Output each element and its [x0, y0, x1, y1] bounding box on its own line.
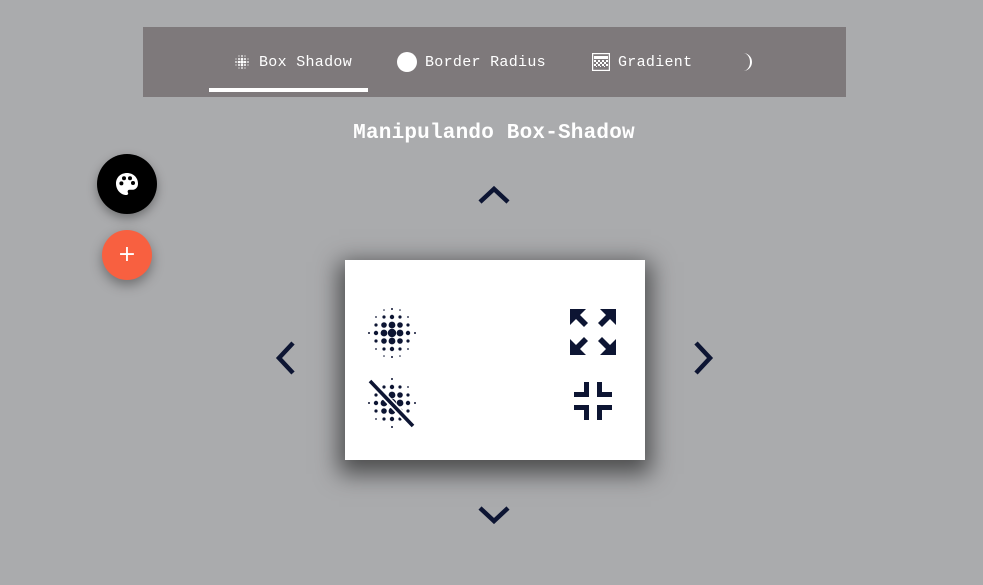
palette-button[interactable]	[97, 154, 157, 214]
tab-box-shadow[interactable]: Box Shadow	[208, 27, 369, 97]
palette-icon	[114, 171, 140, 197]
shadow-off-icon	[367, 378, 416, 429]
app-root: Box Shadow Border Radius Gradient Manipu…	[0, 0, 983, 585]
tab-label: Gradient	[618, 53, 693, 71]
gradient-icon	[592, 53, 610, 71]
expand-icon	[570, 309, 616, 355]
arrow-down-button[interactable]	[477, 502, 511, 526]
halftone-icon	[233, 53, 251, 71]
page-title: Manipulando Box-Shadow	[353, 122, 635, 145]
add-button[interactable]: +	[102, 230, 152, 280]
shrink-button[interactable]	[572, 380, 614, 422]
arrow-left-button[interactable]	[273, 340, 299, 376]
tab-border-radius[interactable]: Border Radius	[397, 27, 546, 97]
shrink-icon	[574, 382, 612, 420]
chevron-left-icon	[275, 341, 295, 375]
tab-label: Border Radius	[425, 53, 546, 71]
box-shadow-preview	[345, 260, 645, 460]
circle-icon	[397, 52, 417, 72]
shadow-halftone-icon	[368, 308, 416, 358]
chevron-up-icon	[478, 185, 510, 204]
add-label: +	[117, 242, 137, 267]
theme-toggle[interactable]	[739, 27, 765, 97]
shadow-on-button[interactable]	[366, 306, 418, 360]
tab-gradient[interactable]: Gradient	[592, 27, 692, 97]
shadow-off-button[interactable]	[366, 376, 418, 430]
expand-button[interactable]	[568, 307, 618, 357]
chevron-down-icon	[478, 506, 510, 525]
chevron-right-icon	[694, 341, 714, 375]
arrow-up-button[interactable]	[477, 183, 511, 207]
tab-label: Box Shadow	[259, 53, 353, 71]
moon-icon	[739, 52, 757, 72]
arrow-right-button[interactable]	[690, 340, 716, 376]
top-navigation: Box Shadow Border Radius Gradient	[143, 27, 846, 97]
